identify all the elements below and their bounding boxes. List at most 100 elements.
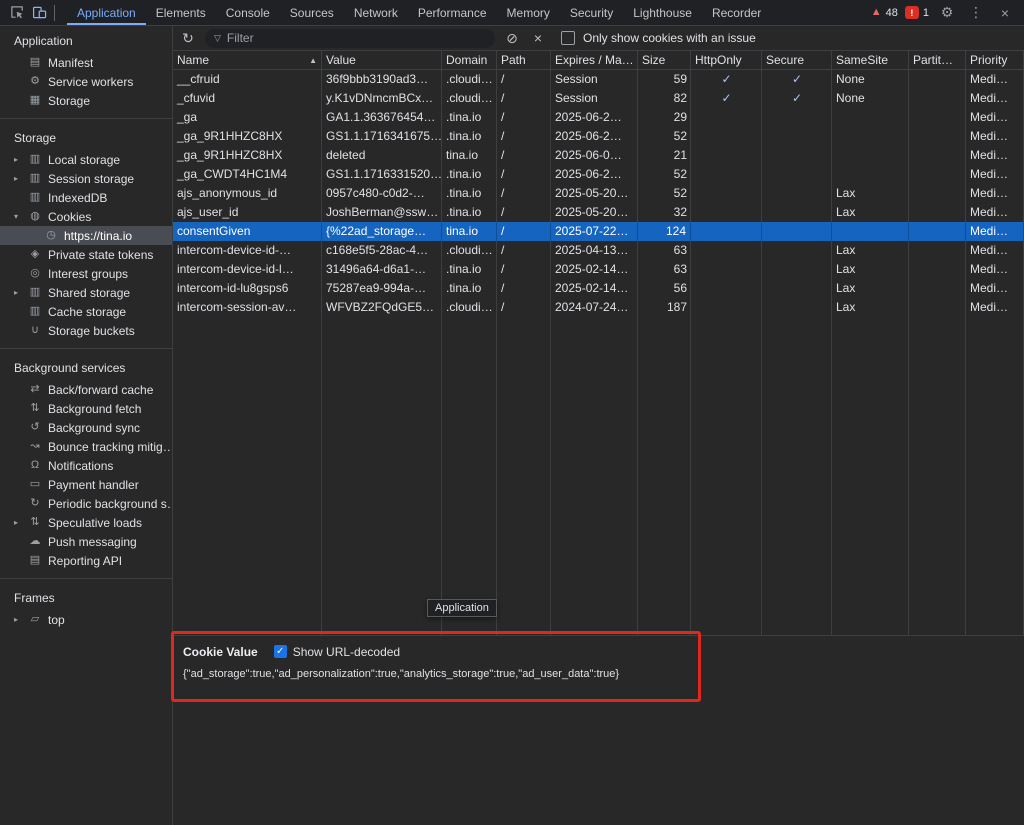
filter-box[interactable]: ▽ — [205, 29, 495, 48]
errors-indicator[interactable]: ! 1 — [905, 6, 929, 19]
sidebar-item-local-storage[interactable]: ▸▥Local storage — [0, 150, 172, 169]
cell-priority: Medi… — [966, 298, 1024, 317]
column-header-expires-ma[interactable]: Expires / Ma… — [551, 51, 638, 69]
tab-security[interactable]: Security — [560, 0, 623, 25]
show-url-decoded-checkbox[interactable]: ✓ — [274, 645, 287, 658]
chevron-right-icon[interactable]: ▸ — [14, 288, 27, 297]
database-icon: ▥ — [27, 154, 43, 165]
sidebar-item-push-messaging[interactable]: ☁Push messaging — [0, 532, 172, 551]
cookie-row-ga-9r1hhzc8hx[interactable]: _ga_9R1HHZC8HXdeletedtina.io/2025-06-0…2… — [173, 146, 1024, 165]
cookie-row-intercom-device-id[interactable]: intercom-device-id-…c168e5f5-28ac-4….clo… — [173, 241, 1024, 260]
sidebar-item-https-tina-io[interactable]: ◷https://tina.io — [0, 226, 172, 245]
sidebar-item-bounce-tracking-mitig[interactable]: ↝Bounce tracking mitig… — [0, 437, 172, 456]
sidebar-item-periodic-background-s[interactable]: ↻Periodic background s… — [0, 494, 172, 513]
tab-lighthouse[interactable]: Lighthouse — [623, 0, 702, 25]
cookie-row-ga[interactable]: _gaGA1.1.363676454….tina.io/2025-06-2…29… — [173, 108, 1024, 127]
cookie-row-intercom-id-lu8gsps6[interactable]: intercom-id-lu8gsps675287ea9-994a-….tina… — [173, 279, 1024, 298]
column-header-domain[interactable]: Domain — [442, 51, 497, 69]
column-header-priority[interactable]: Priority — [966, 51, 1024, 69]
column-header-samesite[interactable]: SameSite — [832, 51, 909, 69]
cell-secure — [762, 298, 832, 317]
cookie-row-ajs-anonymous-id[interactable]: ajs_anonymous_id0957c480-c0d2-….tina.io/… — [173, 184, 1024, 203]
sidebar-item-back-forward-cache[interactable]: ⇄Back/forward cache — [0, 380, 172, 399]
tab-application[interactable]: Application — [67, 0, 146, 25]
chevron-right-icon[interactable]: ▸ — [14, 518, 27, 527]
section-title: Background services — [0, 349, 172, 380]
sidebar-item-speculative-loads[interactable]: ▸⇅Speculative loads — [0, 513, 172, 532]
tab-elements[interactable]: Elements — [146, 0, 216, 25]
sidebar-item-background-sync[interactable]: ↺Background sync — [0, 418, 172, 437]
sidebar-item-reporting-api[interactable]: ▤Reporting API — [0, 551, 172, 570]
column-header-partit[interactable]: Partit… — [909, 51, 966, 69]
checkmark-icon: ✓ — [276, 647, 284, 657]
tab-recorder[interactable]: Recorder — [702, 0, 771, 25]
sidebar-item-payment-handler[interactable]: ▭Payment handler — [0, 475, 172, 494]
cell-name: _ga — [173, 108, 322, 127]
cookie-row-cfuvid[interactable]: _cfuvidy.K1vDNmcmBCx….cloudi…/Session82✓… — [173, 89, 1024, 108]
chevron-right-icon[interactable]: ▸ — [14, 615, 27, 624]
cell-value: GS1.1.1716341675… — [322, 127, 442, 146]
cell-samesite: Lax — [832, 298, 909, 317]
cell-expires-ma: 2025-06-0… — [551, 146, 638, 165]
cookie-row-intercom-session-av[interactable]: intercom-session-av…WFVBZ2FQdGE5….cloudi… — [173, 298, 1024, 317]
tab-memory[interactable]: Memory — [497, 0, 560, 25]
cell-samesite: Lax — [832, 260, 909, 279]
tab-network[interactable]: Network — [344, 0, 408, 25]
sidebar-item-storage-buckets[interactable]: ∪Storage buckets — [0, 321, 172, 340]
sidebar-item-background-fetch[interactable]: ⇅Background fetch — [0, 399, 172, 418]
cell-samesite — [832, 108, 909, 127]
column-header-secure[interactable]: Secure — [762, 51, 832, 69]
sidebar-item-shared-storage[interactable]: ▸▥Shared storage — [0, 283, 172, 302]
column-header-value[interactable]: Value — [322, 51, 442, 69]
chevron-down-icon[interactable]: ▾ — [14, 212, 27, 221]
tab-performance[interactable]: Performance — [408, 0, 497, 25]
chevron-right-icon[interactable]: ▸ — [14, 155, 27, 164]
cookie-row-ga-9r1hhzc8hx[interactable]: _ga_9R1HHZC8HXGS1.1.1716341675….tina.io/… — [173, 127, 1024, 146]
cell-name: _cfuvid — [173, 89, 322, 108]
issue-filter-checkbox[interactable] — [561, 31, 575, 45]
cell-name: intercom-device-id-l… — [173, 260, 322, 279]
sidebar-item-cache-storage[interactable]: ▥Cache storage — [0, 302, 172, 321]
cookie-row-intercom-device-id-l[interactable]: intercom-device-id-l…31496a64-d6a1-….tin… — [173, 260, 1024, 279]
sidebar-item-private-state-tokens[interactable]: ◈ Private state tokens — [0, 245, 172, 264]
sidebar-item-label: Interest groups — [48, 267, 128, 281]
cookie-row-consentgiven[interactable]: consentGiven{%22ad_storage…tina.io/2025-… — [173, 222, 1024, 241]
chevron-right-icon[interactable]: ▸ — [14, 174, 27, 183]
cell-secure — [762, 279, 832, 298]
column-header-size[interactable]: Size — [638, 51, 691, 69]
column-header-name[interactable]: Name▲ — [173, 51, 322, 69]
column-header-httponly[interactable]: HttpOnly — [691, 51, 762, 69]
close-devtools-icon[interactable]: × — [994, 0, 1016, 26]
token-icon: ◈ — [27, 249, 43, 260]
delete-selected-icon[interactable]: × — [529, 31, 547, 45]
warnings-indicator[interactable]: ▲ 48 — [871, 7, 898, 19]
cookie-row-ajs-user-id[interactable]: ajs_user_idJoshBerman@ssw….tina.io/2025-… — [173, 203, 1024, 222]
clear-all-cookies-icon[interactable]: ⊘ — [503, 31, 521, 45]
tab-console[interactable]: Console — [216, 0, 280, 25]
sidebar-item-interest-groups[interactable]: ◎Interest groups — [0, 264, 172, 283]
storage-icon: ▦ — [27, 95, 43, 106]
sidebar-item-session-storage[interactable]: ▸▥Session storage — [0, 169, 172, 188]
tab-sources[interactable]: Sources — [280, 0, 344, 25]
sidebar-item-storage[interactable]: ▦Storage — [0, 91, 172, 110]
column-header-path[interactable]: Path — [497, 51, 551, 69]
sidebar-item-indexeddb[interactable]: ▥IndexedDB — [0, 188, 172, 207]
sidebar-item-notifications[interactable]: ΩNotifications — [0, 456, 172, 475]
filter-input[interactable] — [227, 31, 486, 45]
sidebar-item-top[interactable]: ▸▱top — [0, 610, 172, 629]
settings-gear-icon[interactable]: ⚙ — [936, 0, 958, 26]
application-tooltip: Application — [427, 599, 497, 617]
sidebar-item-manifest[interactable]: ▤Manifest — [0, 53, 172, 72]
refresh-icon[interactable]: ↻ — [179, 31, 197, 45]
inspect-icon[interactable] — [6, 0, 28, 26]
sidebar-item-service-workers[interactable]: ⚙Service workers — [0, 72, 172, 91]
cell-expires-ma: Session — [551, 89, 638, 108]
column-label: Partit… — [913, 53, 953, 67]
more-options-icon[interactable]: ⋮ — [965, 0, 987, 26]
device-toolbar-icon[interactable] — [28, 0, 50, 26]
cookie-row-ga-cwdt4hc1m4[interactable]: _ga_CWDT4HC1M4GS1.1.1716331520….tina.io/… — [173, 165, 1024, 184]
sidebar-item-cookies[interactable]: ▾◍Cookies — [0, 207, 172, 226]
sidebar-item-label: Private state tokens — [48, 248, 153, 262]
cookie-row-cfruid[interactable]: __cfruid36f9bbb3190ad3….cloudi…/Session5… — [173, 70, 1024, 89]
cell-httponly: ✓ — [691, 70, 762, 89]
